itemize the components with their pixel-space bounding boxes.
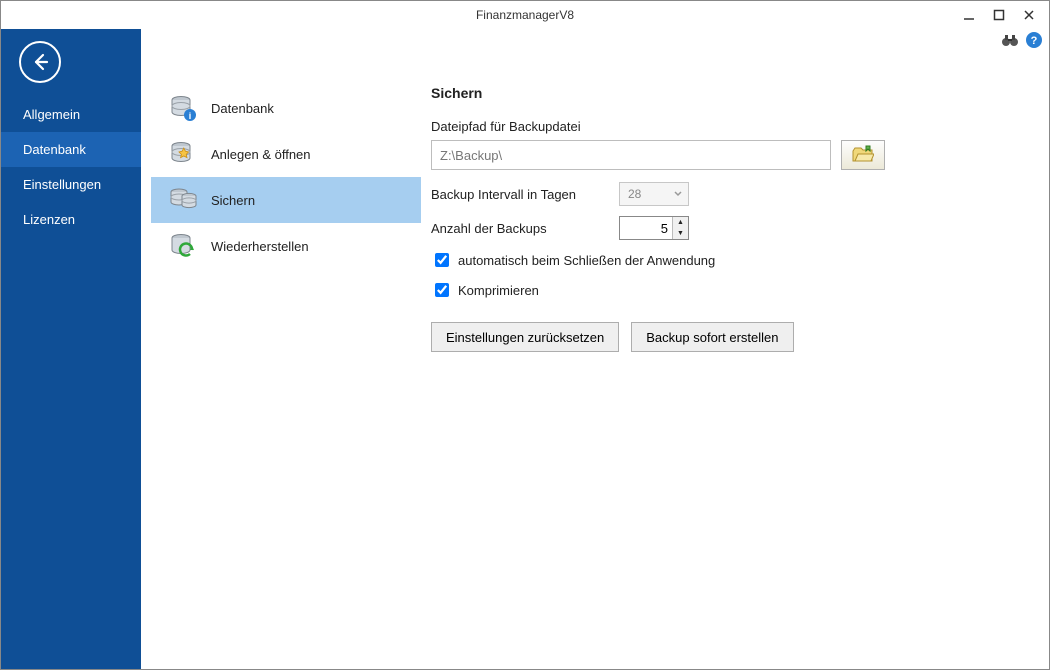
sidebar-item-allgemein[interactable]: Allgemein (1, 97, 141, 132)
subnav-item-datenbank[interactable]: i Datenbank (151, 85, 421, 131)
settings-panel: Sichern Dateipfad für Backupdatei Backup… (431, 29, 1049, 669)
help-icon[interactable]: ? (1025, 31, 1043, 49)
backup-now-button[interactable]: Backup sofort erstellen (631, 322, 793, 352)
interval-label: Backup Intervall in Tagen (431, 187, 601, 202)
sidebar-item-label: Lizenzen (23, 212, 75, 227)
svg-text:?: ? (1031, 35, 1038, 47)
svg-text:i: i (189, 111, 192, 121)
close-button[interactable] (1021, 7, 1037, 23)
count-label: Anzahl der Backups (431, 221, 601, 236)
sidebar-item-einstellungen[interactable]: Einstellungen (1, 167, 141, 202)
auto-close-label: automatisch beim Schließen der Anwendung (458, 253, 715, 268)
spinner-down[interactable]: ▼ (673, 228, 688, 239)
subnav-item-label: Sichern (211, 193, 255, 208)
sidebar-item-label: Datenbank (23, 142, 86, 157)
subnav-item-sichern[interactable]: Sichern (151, 177, 421, 223)
binoculars-icon[interactable] (1001, 31, 1019, 49)
arrow-left-icon (29, 51, 51, 73)
sidebar-item-datenbank[interactable]: Datenbank (1, 132, 141, 167)
auto-close-row[interactable]: automatisch beim Schließen der Anwendung (431, 250, 1019, 270)
sidebar: Allgemein Datenbank Einstellungen Lizenz… (1, 29, 141, 669)
window-controls (961, 1, 1045, 29)
backup-count-input[interactable] (620, 217, 672, 239)
folder-open-icon (852, 145, 874, 165)
sidebar-item-lizenzen[interactable]: Lizenzen (1, 202, 141, 237)
compress-row[interactable]: Komprimieren (431, 280, 1019, 300)
database-backup-icon (169, 186, 197, 214)
maximize-button[interactable] (991, 7, 1007, 23)
subnav-item-label: Wiederherstellen (211, 239, 309, 254)
subnav-item-anlegen[interactable]: Anlegen & öffnen (151, 131, 421, 177)
subnav-item-label: Anlegen & öffnen (211, 147, 311, 162)
panel-title: Sichern (431, 85, 1019, 101)
reset-settings-button[interactable]: Einstellungen zurücksetzen (431, 322, 619, 352)
auto-close-checkbox[interactable] (435, 253, 449, 267)
toolbar-icons: ? (1001, 31, 1043, 49)
subnav-item-wiederherstellen[interactable]: Wiederherstellen (151, 223, 421, 269)
browse-button[interactable] (841, 140, 885, 170)
window-title: FinanzmanagerV8 (476, 8, 574, 22)
backup-path-input[interactable] (431, 140, 831, 170)
subnav-item-label: Datenbank (211, 101, 274, 116)
database-restore-icon (169, 232, 197, 260)
compress-label: Komprimieren (458, 283, 539, 298)
database-info-icon: i (169, 94, 197, 122)
spinner-up[interactable]: ▲ (673, 217, 688, 228)
interval-select[interactable]: 28 (619, 182, 689, 206)
compress-checkbox[interactable] (435, 283, 449, 297)
path-label: Dateipfad für Backupdatei (431, 119, 1019, 134)
minimize-button[interactable] (961, 7, 977, 23)
subnav: i Datenbank Anlegen & öffnen Sichern (141, 29, 431, 669)
database-new-icon (169, 140, 197, 168)
chevron-down-icon (674, 191, 682, 197)
sidebar-item-label: Allgemein (23, 107, 80, 122)
sidebar-item-label: Einstellungen (23, 177, 101, 192)
title-bar: FinanzmanagerV8 (1, 1, 1049, 29)
backup-count-spinner[interactable]: ▲ ▼ (619, 216, 689, 240)
back-button[interactable] (19, 41, 61, 83)
interval-value: 28 (628, 187, 641, 201)
